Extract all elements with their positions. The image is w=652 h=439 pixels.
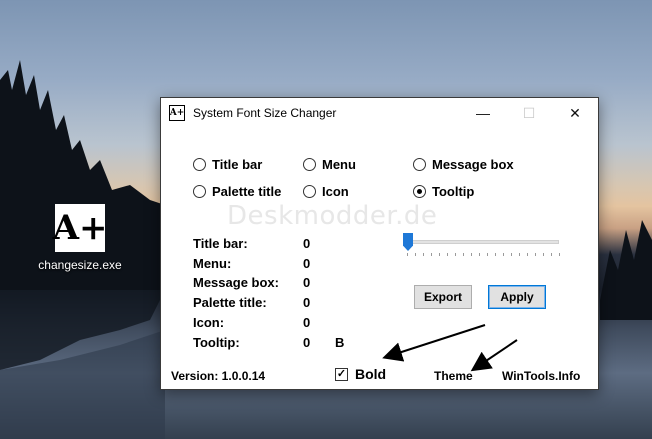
minimize-icon: — xyxy=(476,105,490,121)
size-label-message-box: Message box: xyxy=(193,275,279,290)
apply-button[interactable]: Apply xyxy=(488,285,546,309)
checkbox-indicator: ✓ xyxy=(335,367,348,381)
size-value-title-bar: 0 xyxy=(303,236,311,251)
radio-label: Palette title xyxy=(212,184,282,199)
size-value-icon: 0 xyxy=(303,315,311,330)
slider-tick xyxy=(455,253,456,256)
size-label-tooltip: Tooltip: xyxy=(193,335,240,350)
slider-tick xyxy=(551,253,552,256)
slider-tick xyxy=(407,253,408,256)
size-value-tooltip: 0 xyxy=(303,335,311,350)
size-label-icon: Icon: xyxy=(193,315,225,330)
radio-indicator xyxy=(413,185,426,198)
window-content: Deskmodder.de Title bar Menu Message box… xyxy=(161,129,598,389)
radio-label: Title bar xyxy=(212,157,263,172)
radio-palette-title[interactable]: Palette title xyxy=(193,184,281,199)
watermark: Deskmodder.de xyxy=(227,201,438,231)
desktop-icon-label: changesize.exe xyxy=(38,258,122,272)
radio-indicator xyxy=(193,185,206,198)
slider-tick xyxy=(463,253,464,256)
slider-tick xyxy=(503,253,504,256)
radio-indicator xyxy=(303,185,316,198)
radio-indicator xyxy=(193,158,206,171)
slider-tick xyxy=(495,253,496,256)
slider-tick xyxy=(527,253,528,256)
bold-checkbox[interactable]: ✓ Bold xyxy=(335,366,386,382)
slider-tick xyxy=(535,253,536,256)
slider-tick xyxy=(447,253,448,256)
title-bar[interactable]: A+ System Font Size Changer — ☐ ✕ xyxy=(161,98,598,128)
slider-tick xyxy=(487,253,488,256)
radio-label: Icon xyxy=(322,184,349,199)
tooltip-bold-indicator: B xyxy=(335,335,345,350)
radio-indicator xyxy=(303,158,316,171)
desktop-icon-changesize[interactable]: A+ changesize.exe xyxy=(30,204,130,272)
radio-title-bar[interactable]: Title bar xyxy=(193,157,262,172)
maximize-button: ☐ xyxy=(506,98,552,128)
radio-icon[interactable]: Icon xyxy=(303,184,349,199)
slider-tick xyxy=(559,253,560,256)
export-button[interactable]: Export xyxy=(414,285,472,309)
radio-indicator xyxy=(413,158,426,171)
app-icon: A+ xyxy=(169,105,185,121)
close-icon: ✕ xyxy=(569,104,581,121)
app-window: A+ System Font Size Changer — ☐ ✕ Deskmo… xyxy=(160,97,599,390)
size-value-palette-title: 0 xyxy=(303,295,311,310)
close-button[interactable]: ✕ xyxy=(552,98,598,128)
size-label-title-bar: Title bar: xyxy=(193,236,248,251)
slider-tick xyxy=(511,253,512,256)
slider-tick xyxy=(423,253,424,256)
slider-tick xyxy=(519,253,520,256)
font-size-slider-track[interactable] xyxy=(407,240,559,244)
theme-link[interactable]: Theme xyxy=(434,369,473,383)
slider-tick xyxy=(543,253,544,256)
window-title: System Font Size Changer xyxy=(193,106,337,120)
slider-tick xyxy=(439,253,440,256)
wintools-link[interactable]: WinTools.Info xyxy=(502,369,580,383)
size-label-palette-title: Palette title: xyxy=(193,295,267,310)
size-value-menu: 0 xyxy=(303,256,311,271)
radio-label: Tooltip xyxy=(432,184,475,199)
radio-tooltip[interactable]: Tooltip xyxy=(413,184,474,199)
slider-tick xyxy=(479,253,480,256)
maximize-icon: ☐ xyxy=(522,104,536,121)
app-logo-icon: A+ xyxy=(53,204,107,252)
bold-checkbox-label: Bold xyxy=(355,366,387,382)
slider-ticks xyxy=(407,253,560,257)
radio-label: Menu xyxy=(322,157,356,172)
radio-menu[interactable]: Menu xyxy=(303,157,356,172)
size-label-menu: Menu: xyxy=(193,256,232,271)
slider-tick xyxy=(471,253,472,256)
version-label: Version: 1.0.0.14 xyxy=(171,369,266,383)
size-value-message-box: 0 xyxy=(303,275,311,290)
slider-tick xyxy=(415,253,416,256)
radio-message-box[interactable]: Message box xyxy=(413,157,514,172)
slider-tick xyxy=(431,253,432,256)
minimize-button[interactable]: — xyxy=(460,98,506,128)
radio-label: Message box xyxy=(432,157,514,172)
font-size-slider-thumb[interactable] xyxy=(403,233,413,251)
